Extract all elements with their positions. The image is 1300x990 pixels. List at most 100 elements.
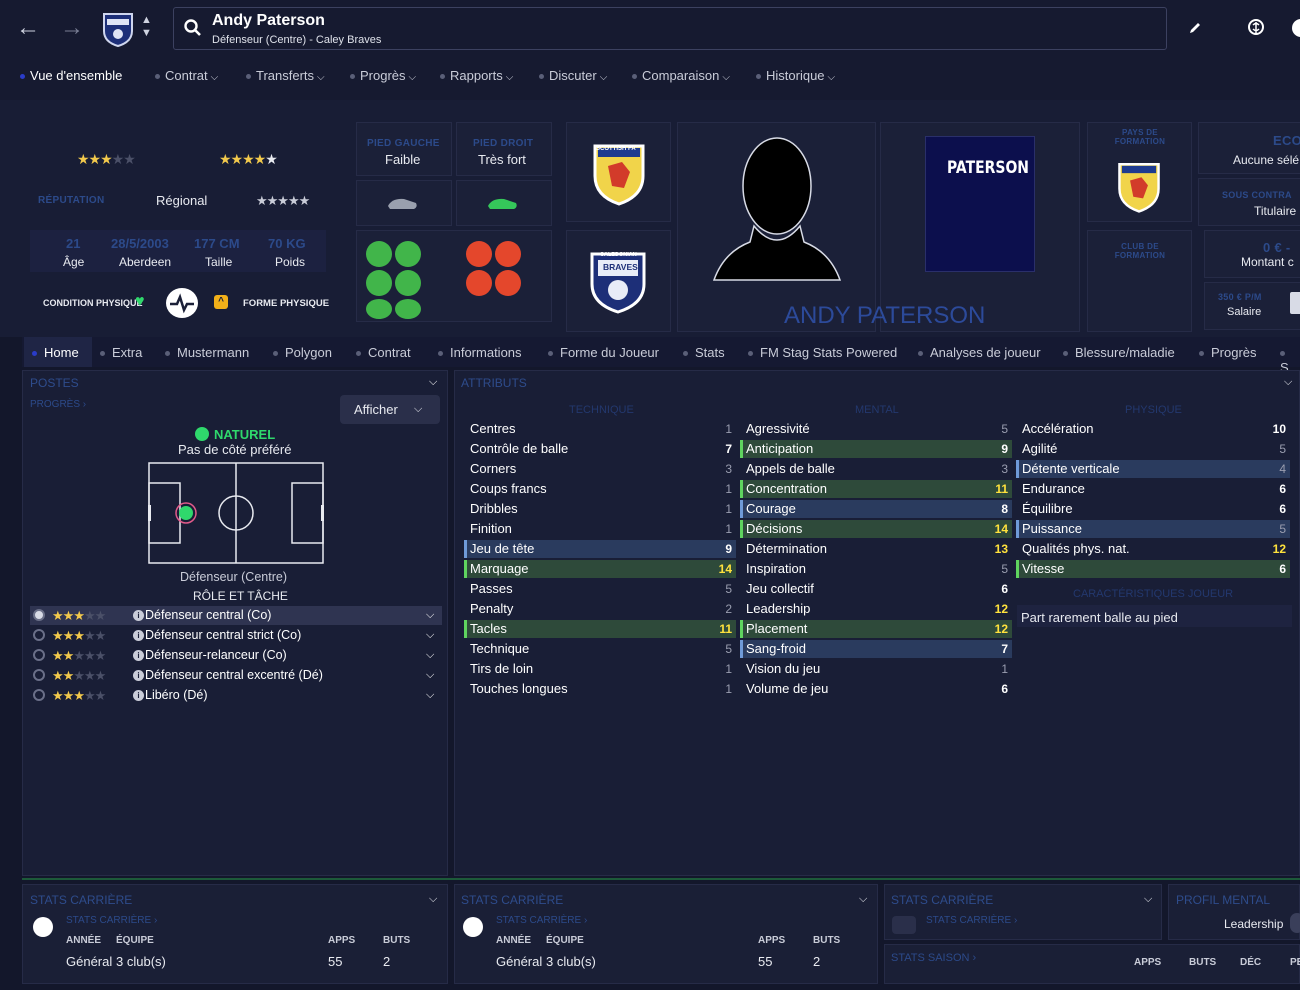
mental-profile-toggle-icon[interactable] [1290,913,1300,933]
attribute-row[interactable]: Décisions 14 [740,520,1012,538]
brain-icon[interactable] [1246,18,1266,43]
menu-comparison[interactable]: Comparaison ⌵ [632,68,730,83]
menu-progress[interactable]: Progrès ⌵ [350,68,416,83]
age-label: Âge [63,255,85,269]
search-icon[interactable] [183,18,203,43]
chevron-down-icon[interactable]: ⌵ [426,646,434,665]
tab-fm-stag[interactable]: FM Stag Stats Powered [748,345,897,360]
attribute-row[interactable]: Finition 1 [464,520,736,538]
club-crest-icon[interactable] [101,11,135,48]
menu-transfers[interactable]: Transferts ⌵ [246,68,325,83]
attribute-row[interactable]: Sang-froid 7 [740,640,1012,658]
tab-information[interactable]: Informations [438,345,522,360]
attribute-row[interactable]: Jeu de tête 9 [464,540,736,558]
attribute-row[interactable]: Dribbles 1 [464,500,736,518]
attribute-row[interactable]: Technique 5 [464,640,736,658]
tab-analysis[interactable]: Analyses de joueur [918,345,1041,360]
attribute-row[interactable]: Détente verticale 4 [1016,460,1290,478]
attribute-row[interactable]: Puissance 5 [1016,520,1290,538]
attribute-row[interactable]: Contrôle de balle 7 [464,440,736,458]
attribute-row[interactable]: Leadership 12 [740,600,1012,618]
chevron-down-icon[interactable]: ⌵ [426,686,434,705]
tab-extra[interactable]: Extra [100,345,142,360]
attribute-row[interactable]: Centres 1 [464,420,736,438]
role-radio[interactable] [33,669,45,681]
attributes-collapse-icon[interactable]: ⌵ [1284,376,1292,389]
menu-history[interactable]: Historique ⌵ [756,68,835,83]
forward-arrow-icon[interactable]: → [60,14,84,42]
attribute-row[interactable]: Vision du jeu 1 [740,660,1012,678]
role-row[interactable]: ★★★★★ i Défenseur central (Co) ⌵ [30,606,442,625]
career-stats-collapse-icon-2[interactable]: ⌵ [859,893,867,906]
info-icon[interactable]: i [133,650,144,661]
reputation-stars: ★★★★★ [256,193,310,208]
attribute-row[interactable]: Vitesse 6 [1016,560,1290,578]
menu-reports[interactable]: Rapports ⌵ [440,68,513,83]
tab-contract[interactable]: Contrat [356,345,411,360]
attribute-row[interactable]: Concentration 11 [740,480,1012,498]
tab-form[interactable]: Forme du Joueur [548,345,659,360]
club-switch-chevrons-icon[interactable]: ▲ ▼ [141,14,152,40]
career-stats-link-2[interactable]: STATS CARRIÈRE › [496,915,587,926]
info-icon[interactable]: i [133,610,144,621]
attribute-row[interactable]: Passes 5 [464,580,736,598]
edit-pencil-icon[interactable] [1187,20,1203,41]
tab-injury[interactable]: Blessure/maladie [1063,345,1175,360]
menu-discuss[interactable]: Discuter ⌵ [539,68,607,83]
role-row[interactable]: ★★★★★ i Défenseur central strict (Co) ⌵ [30,626,442,645]
role-row[interactable]: ★★★★★ i Défenseur central excentré (Dé) ⌵ [30,666,442,685]
role-radio[interactable] [33,609,45,621]
chevron-down-icon[interactable]: ⌵ [426,606,434,625]
info-icon[interactable]: i [133,630,144,641]
attribute-row[interactable]: Anticipation 9 [740,440,1012,458]
attribute-row[interactable]: Touches longues 1 [464,680,736,698]
attribute-row[interactable]: Équilibre 6 [1016,500,1290,518]
attribute-row[interactable]: Appels de balle 3 [740,460,1012,478]
role-radio[interactable] [33,649,45,661]
role-radio[interactable] [33,689,45,701]
attribute-row[interactable]: Volume de jeu 6 [740,680,1012,698]
tab-polygon[interactable]: Polygon [273,345,332,360]
chevron-down-icon[interactable]: ⌵ [426,666,434,685]
attribute-row[interactable]: Placement 12 [740,620,1012,638]
season-stats-link[interactable]: STATS SAISON › [891,952,976,964]
role-row[interactable]: ★★★★★ i Défenseur-relanceur (Co) ⌵ [30,646,442,665]
attribute-row[interactable]: Marquage 14 [464,560,736,578]
attribute-row[interactable]: Tacles 11 [464,620,736,638]
info-icon[interactable]: i [133,670,144,681]
career-stats-collapse-icon-3[interactable]: ⌵ [1144,893,1152,906]
menu-overview[interactable]: Vue d'ensemble [20,68,122,83]
current-ability-stars: ★★★★★ [77,151,136,167]
attribute-row[interactable]: Coups francs 1 [464,480,736,498]
career-stats-link-1[interactable]: STATS CARRIÈRE › [66,915,157,926]
attribute-row[interactable]: Courage 8 [740,500,1012,518]
back-arrow-icon[interactable]: ← [16,14,40,42]
formation-club-label: CLUB DE FORMATION [1114,242,1166,260]
role-row[interactable]: ★★★★★ i Libéro (Dé) ⌵ [30,686,442,705]
career-stats-link-3[interactable]: STATS CARRIÈRE › [926,915,1017,926]
tab-progress[interactable]: Progrès [1199,345,1257,360]
chevron-down-icon[interactable]: ⌵ [426,626,434,645]
tab-home[interactable]: Home [32,345,79,360]
attribute-row[interactable]: Tirs de loin 1 [464,660,736,678]
attribute-row[interactable]: Détermination 13 [740,540,1012,558]
attribute-row[interactable]: Jeu collectif 6 [740,580,1012,598]
attribute-row[interactable]: Agilité 5 [1016,440,1290,458]
info-icon[interactable]: i [133,690,144,701]
positions-progress-link[interactable]: PROGRÈS › [30,399,86,410]
attribute-row[interactable]: Corners 3 [464,460,736,478]
menu-contract[interactable]: Contrat ⌵ [155,68,218,83]
attribute-row[interactable]: Accélération 10 [1016,420,1290,438]
attribute-row[interactable]: Endurance 6 [1016,480,1290,498]
tab-mustermann[interactable]: Mustermann [165,345,249,360]
career-stats-collapse-icon-1[interactable]: ⌵ [429,893,437,906]
attribute-row[interactable]: Qualités phys. nat. 12 [1016,540,1290,558]
role-radio[interactable] [33,629,45,641]
attribute-row[interactable]: Penalty 2 [464,600,736,618]
menu-discuss-label: Discuter [549,68,597,83]
attribute-row[interactable]: Inspiration 5 [740,560,1012,578]
role-stars: ★★★★★ [52,648,106,663]
attribute-row[interactable]: Agressivité 5 [740,420,1012,438]
positions-collapse-icon[interactable]: ⌵ [429,376,437,389]
tab-stats[interactable]: Stats [683,345,725,360]
